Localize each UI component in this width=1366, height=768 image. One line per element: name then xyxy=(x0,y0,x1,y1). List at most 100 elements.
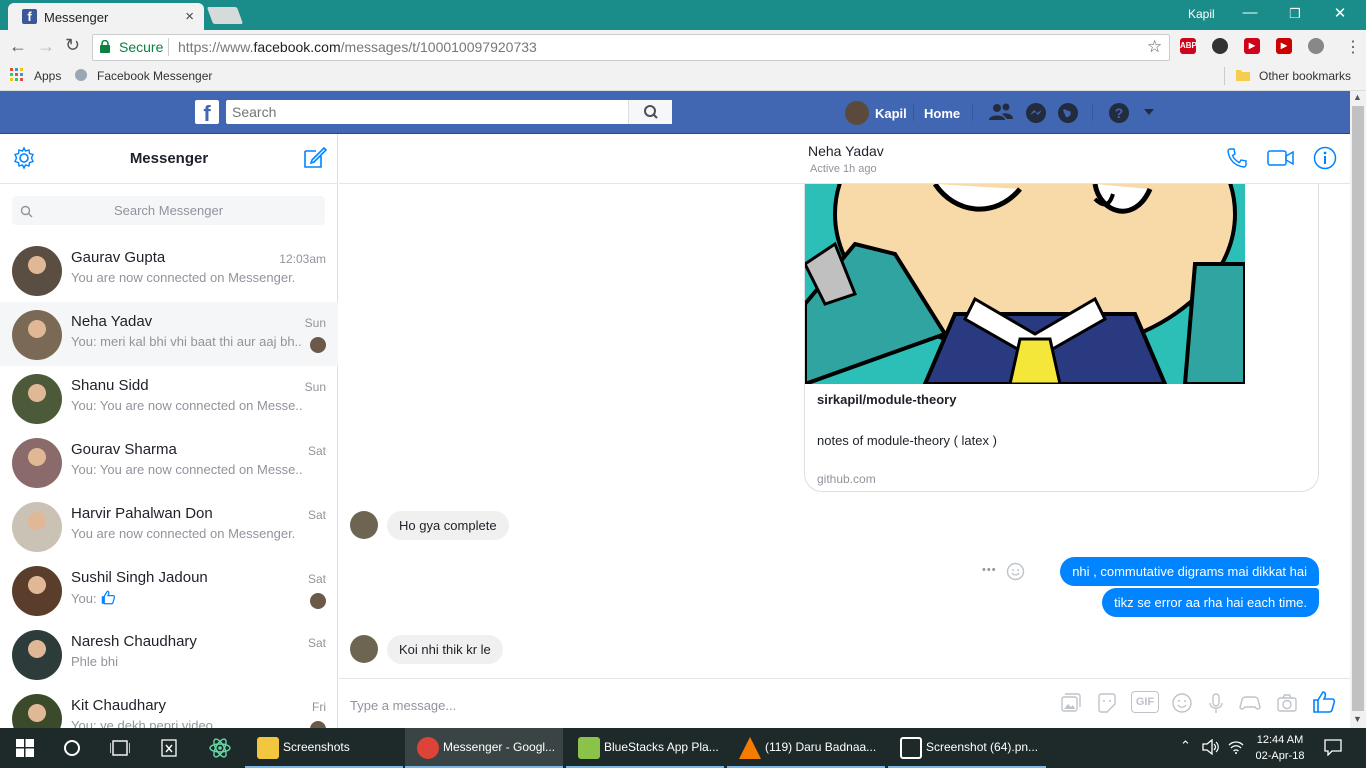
message-more-options-icon[interactable]: ••• xyxy=(982,564,997,576)
task-view-icon[interactable] xyxy=(110,740,130,756)
facebook-logo-icon[interactable]: f xyxy=(195,100,219,126)
seen-by-avatar xyxy=(310,337,326,353)
facebook-search-input[interactable] xyxy=(232,104,622,120)
fb-bar-divider xyxy=(913,104,914,121)
browser-title-bar xyxy=(0,0,1366,30)
scroll-down-arrow-icon[interactable]: ▼ xyxy=(1353,714,1362,724)
message-bubble-incoming[interactable]: Ho gya complete xyxy=(387,511,509,540)
conversation-item[interactable]: Neha Yadav You: meri kal bhi vhi baat thi… xyxy=(0,302,338,366)
facebook-user-name[interactable]: Kapil xyxy=(875,106,907,121)
wifi-network-icon[interactable] xyxy=(1228,739,1244,755)
bookmark-other[interactable]: Other bookmarks xyxy=(1259,69,1351,83)
chat-active-status: Active 1h ago xyxy=(810,163,877,175)
conversation-timestamp: Sun xyxy=(304,380,326,394)
fb-bar-divider xyxy=(972,104,973,121)
taskbar-item[interactable]: BlueStacks App Pla... xyxy=(566,728,724,768)
conversation-name: Harvir Pahalwan Don xyxy=(71,505,213,522)
taskbar-clock[interactable]: 12:44 AM 02-Apr-18 xyxy=(1250,732,1310,764)
account-menu-chevron-down-icon[interactable] xyxy=(1143,107,1155,117)
link-preview-title[interactable]: sirkapil/module-theory xyxy=(817,392,956,407)
taskbar-item[interactable]: Screenshot (64).pn... xyxy=(888,728,1046,768)
url-text[interactable]: https://www.facebook.com/messages/t/1000… xyxy=(178,39,537,55)
facebook-search-button[interactable] xyxy=(628,100,672,124)
voice-call-phone-icon[interactable] xyxy=(1226,147,1248,169)
conversation-item[interactable]: Gourav Sharma You: You are now connected … xyxy=(0,430,338,494)
message-bubble-incoming[interactable]: Koi nhi thik kr le xyxy=(387,635,503,664)
facebook-search-box[interactable] xyxy=(226,100,672,124)
video-extension-icon[interactable]: ▶ xyxy=(1244,38,1260,54)
youtube-icon[interactable]: ▶ xyxy=(1276,38,1292,54)
voice-clip-microphone-icon[interactable] xyxy=(1205,692,1227,714)
chat-contact-name[interactable]: Neha Yadav xyxy=(808,143,884,159)
conversation-timestamp: Sun xyxy=(304,316,326,330)
bookmark-facebook-messenger[interactable]: Facebook Messenger xyxy=(97,69,212,83)
contact-avatar[interactable] xyxy=(350,635,378,663)
action-center-notification-icon[interactable] xyxy=(1324,739,1342,756)
tab-close-button[interactable]: × xyxy=(185,8,194,25)
messenger-icon[interactable] xyxy=(1025,102,1047,124)
camera-icon[interactable] xyxy=(1276,692,1298,714)
bluestacks-icon xyxy=(578,737,600,759)
taskbar-item[interactable]: Screenshots xyxy=(245,728,403,768)
url-domain: facebook.com xyxy=(253,39,341,55)
contact-avatar[interactable] xyxy=(350,511,378,539)
ghostery-icon[interactable] xyxy=(1212,38,1228,54)
gif-button[interactable]: GIF xyxy=(1131,691,1159,713)
folder-icon xyxy=(257,737,279,759)
extension-icon[interactable] xyxy=(1308,38,1324,54)
help-icon[interactable]: ? xyxy=(1108,102,1130,124)
compose-new-message-icon[interactable] xyxy=(302,145,327,170)
reaction-smiley-icon[interactable] xyxy=(1006,562,1025,581)
message-input[interactable]: Type a message... xyxy=(350,698,456,713)
sticker-icon[interactable] xyxy=(1096,692,1118,714)
conversation-info-icon[interactable] xyxy=(1313,146,1337,170)
taskbar-item[interactable]: Messenger - Googl... xyxy=(405,728,563,768)
message-bubble-outgoing[interactable]: nhi , commutative digrams mai dikkat hai xyxy=(1060,557,1319,586)
like-thumbs-up-icon[interactable] xyxy=(1312,690,1336,714)
search-icon xyxy=(644,105,658,119)
forward-arrow-icon[interactable]: → xyxy=(37,36,55,57)
cortana-search-icon[interactable] xyxy=(63,739,81,757)
add-photos-icon[interactable] xyxy=(1059,692,1081,714)
secure-label[interactable]: Secure xyxy=(119,39,163,55)
back-arrow-icon[interactable]: ← xyxy=(9,36,27,57)
conversation-item[interactable]: Naresh Chaudhary Phle bhi Sat xyxy=(0,622,338,686)
conversation-preview: You: You are now connected on Messe... xyxy=(71,462,303,477)
games-controller-icon[interactable] xyxy=(1239,692,1261,714)
conversation-item[interactable]: Harvir Pahalwan Don You are now connected… xyxy=(0,494,338,558)
conversation-item[interactable]: Kit Chaudhary You: ye dekh pepri video Fri xyxy=(0,686,338,728)
windows-start-icon[interactable] xyxy=(16,739,34,757)
browser-profile-name[interactable]: Kapil xyxy=(1188,7,1215,21)
restore-button[interactable]: ❐ xyxy=(1285,6,1305,22)
scroll-up-arrow-icon[interactable]: ▲ xyxy=(1353,92,1362,102)
new-tab-button[interactable] xyxy=(206,7,244,24)
adblock-plus-icon[interactable]: ABP xyxy=(1180,38,1197,54)
friend-requests-icon[interactable] xyxy=(988,102,1014,122)
conversation-item[interactable]: Shanu Sidd You: You are now connected on … xyxy=(0,366,338,430)
bookmark-star-icon[interactable]: ☆ xyxy=(1147,37,1162,57)
conversation-item[interactable]: Sushil Singh Jadoun You: Sat xyxy=(0,558,338,622)
bookmark-apps[interactable]: Apps xyxy=(34,69,61,83)
browser-tab[interactable]: f Messenger × xyxy=(8,3,204,30)
atom-app-icon[interactable] xyxy=(208,737,232,759)
notifications-globe-icon[interactable] xyxy=(1057,102,1079,124)
emoji-icon[interactable] xyxy=(1171,692,1193,714)
photos-icon xyxy=(900,737,922,759)
chrome-menu-icon[interactable]: ⋮ xyxy=(1345,37,1361,57)
reload-icon[interactable]: ↻ xyxy=(65,35,80,56)
volume-speaker-icon[interactable] xyxy=(1202,739,1220,755)
minimize-button[interactable]: — xyxy=(1240,4,1260,21)
facebook-user-avatar[interactable] xyxy=(845,101,869,125)
link-preview-card[interactable]: sirkapil/module-theory notes of module-t… xyxy=(804,184,1319,492)
conversation-name: Gourav Sharma xyxy=(71,441,177,458)
conversation-preview: Phle bhi xyxy=(71,654,303,669)
page-scrollbar-thumb[interactable] xyxy=(1352,106,1364,711)
conversation-item[interactable]: Gaurav Gupta You are now connected on Mes… xyxy=(0,238,338,302)
close-window-button[interactable]: ✕ xyxy=(1330,4,1350,22)
facebook-home-link[interactable]: Home xyxy=(924,106,960,121)
excel-pinned-icon[interactable] xyxy=(160,738,180,758)
taskbar-item[interactable]: (119) Daru Badnaa... xyxy=(727,728,885,768)
video-call-camera-icon[interactable] xyxy=(1267,148,1295,168)
show-hidden-icons-chevron-icon[interactable]: ⌃ xyxy=(1180,738,1191,754)
message-bubble-outgoing[interactable]: tikz se error aa rha hai each time. xyxy=(1102,588,1319,617)
